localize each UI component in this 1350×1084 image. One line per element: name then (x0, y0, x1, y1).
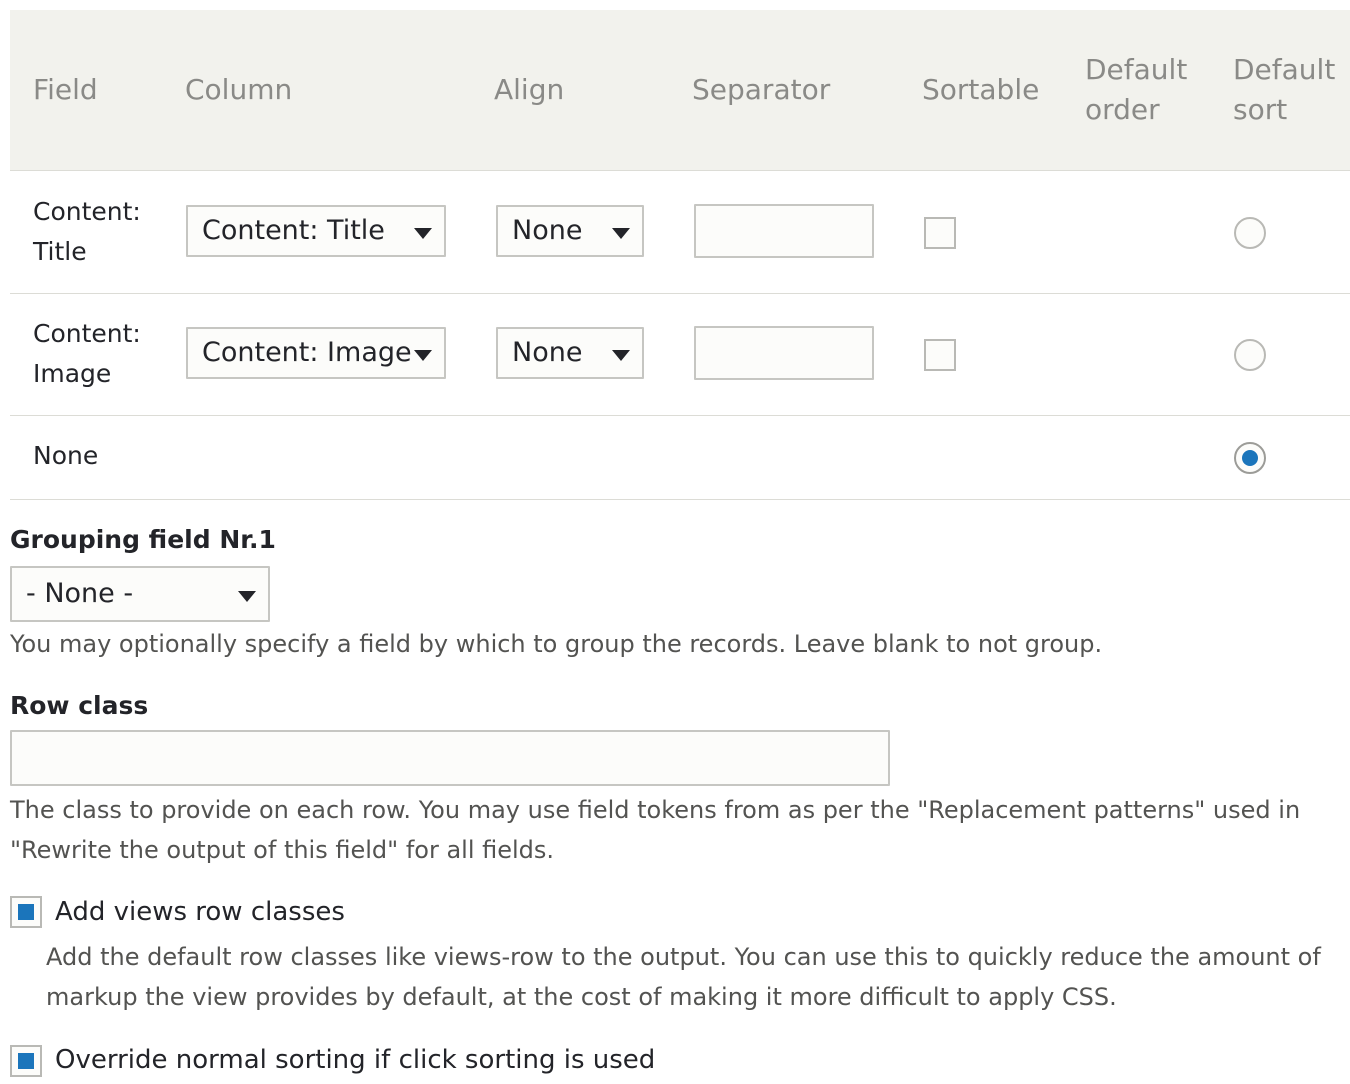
header-default-order: Default order (1085, 50, 1187, 130)
header-sortable: Sortable (922, 73, 1040, 106)
align-select[interactable]: None (496, 205, 644, 257)
add-views-row-classes-description-line1: Add the default row classes like views-r… (46, 943, 1321, 971)
column-select-value: Content: Title (202, 215, 385, 246)
separator-input[interactable] (694, 204, 874, 258)
chevron-down-icon (238, 591, 256, 602)
add-views-row-classes-label[interactable]: Add views row classes (55, 894, 345, 930)
default-sort-radio[interactable] (1234, 339, 1266, 371)
column-select[interactable]: Content: Title (186, 205, 446, 257)
column-select-value: Content: Image (202, 337, 412, 368)
align-select[interactable]: None (496, 327, 644, 379)
header-default-sort-line2: sort (1233, 93, 1288, 126)
field-name-line2: Image (33, 359, 112, 388)
checkbox-checked-mark (18, 904, 34, 920)
header-default-sort: Default sort (1233, 50, 1335, 130)
header-column: Column (185, 73, 293, 106)
override-sorting-checkbox[interactable] (10, 1045, 42, 1077)
table-header: Field Column Align Separator Sortable De… (10, 10, 1350, 171)
sortable-checkbox[interactable] (924, 339, 956, 371)
checkbox-checked-mark (18, 1053, 34, 1069)
row-class-label: Row class (10, 691, 149, 720)
chevron-down-icon (414, 350, 432, 361)
table-row: Content: Title Content: Title None (10, 171, 1350, 294)
grouping-field-description: You may optionally specify a field by wh… (10, 630, 1103, 658)
header-default-order-line1: Default (1085, 53, 1188, 86)
row-class-description-line1: The class to provide on each row. You ma… (10, 796, 1301, 824)
column-select[interactable]: Content: Image (186, 327, 446, 379)
align-select-value: None (512, 215, 583, 246)
row-class-input[interactable] (10, 730, 890, 786)
field-name: Content: Image (33, 314, 141, 394)
grouping-field-select-value: - None - (26, 578, 134, 609)
header-default-order-line2: order (1085, 93, 1160, 126)
radio-selected-dot (1242, 450, 1258, 466)
add-views-row-classes-description-line2: markup the view provides by default, at … (46, 983, 1117, 1011)
override-sorting-label[interactable]: Override normal sorting if click sorting… (55, 1042, 655, 1078)
table-row: Content: Image Content: Image None (10, 294, 1350, 416)
separator-input[interactable] (694, 326, 874, 380)
field-name: None (33, 441, 99, 470)
field-name-line2: Title (33, 237, 87, 266)
default-sort-radio-none[interactable] (1234, 442, 1266, 474)
chevron-down-icon (414, 228, 432, 239)
add-views-row-classes-checkbox[interactable] (10, 896, 42, 928)
header-align: Align (494, 73, 565, 106)
header-field: Field (33, 73, 98, 106)
chevron-down-icon (612, 350, 630, 361)
row-class-description: The class to provide on each row. You ma… (10, 790, 1300, 870)
add-views-row-classes-description: Add the default row classes like views-r… (46, 937, 1321, 1017)
header-separator: Separator (692, 73, 831, 106)
align-select-value: None (512, 337, 583, 368)
style-options-table: Field Column Align Separator Sortable De… (10, 10, 1350, 500)
grouping-field-label: Grouping field Nr.1 (10, 525, 276, 554)
chevron-down-icon (612, 228, 630, 239)
field-name-line1: Content: (33, 197, 141, 226)
header-default-sort-line1: Default (1233, 53, 1336, 86)
table-row: None (10, 416, 1350, 500)
field-name: Content: Title (33, 192, 141, 272)
sortable-checkbox[interactable] (924, 217, 956, 249)
default-sort-radio[interactable] (1234, 217, 1266, 249)
grouping-field-select[interactable]: - None - (10, 566, 270, 622)
row-class-description-line2: "Rewrite the output of this field" for a… (10, 836, 555, 864)
field-name-line1: Content: (33, 319, 141, 348)
